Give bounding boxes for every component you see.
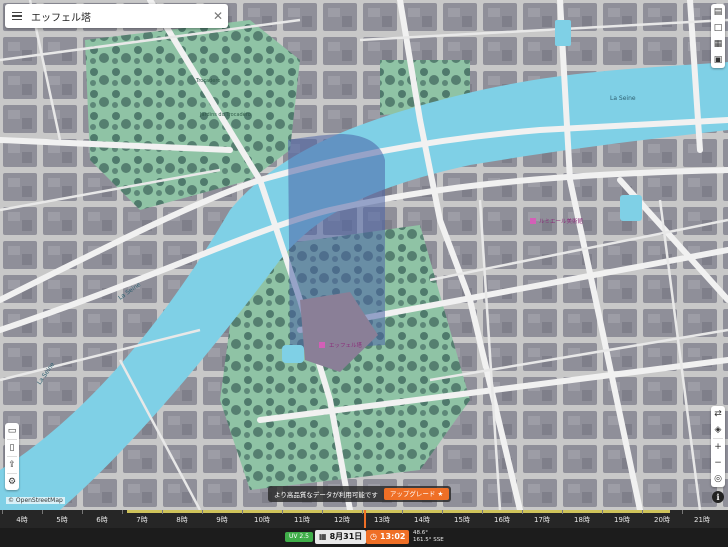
timeline-hour-label[interactable]: 14時: [414, 515, 430, 525]
timeline-hour-label[interactable]: 5時: [56, 515, 67, 525]
timeline-tick: [682, 510, 683, 514]
sun-position: 48.6° 161.5° SSE: [413, 530, 444, 544]
timeline-tick: [402, 510, 403, 514]
timeline-hour-label[interactable]: 19時: [614, 515, 630, 525]
eiffel-poi-icon[interactable]: [319, 342, 325, 348]
timeline-tick: [642, 510, 643, 514]
timeline-hour-label[interactable]: 4時: [16, 515, 27, 525]
save-icon[interactable]: ▣: [711, 52, 725, 68]
timeline-tick: [282, 510, 283, 514]
timeline-tick: [602, 510, 603, 514]
layers-swap-icon[interactable]: ⇄: [711, 406, 725, 422]
layers-icon[interactable]: ◈: [711, 422, 725, 438]
timeline-tick: [242, 510, 243, 514]
upgrade-button[interactable]: アップグレード ★: [383, 488, 450, 500]
date-value: 8月31日: [329, 532, 363, 541]
clear-search-icon[interactable]: ✕: [208, 9, 228, 23]
search-query[interactable]: エッフェル塔: [29, 9, 208, 24]
timeline-hour-label[interactable]: 10時: [254, 515, 270, 525]
timeline-hour-label[interactable]: 12時: [334, 515, 350, 525]
right-top-toolbar: ▤ □ ▦ ▣: [711, 4, 725, 68]
museum-label[interactable]: ルミエール美術館: [539, 217, 584, 225]
file-icon[interactable]: ▯: [5, 440, 19, 456]
time-picker[interactable]: ◷ 13:02: [366, 530, 410, 544]
timeline-tick: [202, 510, 203, 514]
timeline-tick: [522, 510, 523, 514]
chart-icon[interactable]: ▤: [711, 4, 725, 20]
upsell-banner: より高品質なデータが利用可能です アップグレード ★: [268, 486, 452, 502]
timeline-hour-label[interactable]: 18時: [574, 515, 590, 525]
clock-icon: ◷: [370, 532, 377, 541]
timeline-hour-label[interactable]: 16時: [494, 515, 510, 525]
timeline-hour-label[interactable]: 7時: [136, 515, 147, 525]
search-bar[interactable]: エッフェル塔 ✕: [5, 4, 228, 28]
timeline-tick: [442, 510, 443, 514]
timeline-tick: [322, 510, 323, 514]
left-bottom-toolbar: ▭ ▯ ⇪ ⚙: [5, 423, 19, 490]
square-icon[interactable]: □: [711, 20, 725, 36]
time-value: 13:02: [379, 532, 406, 541]
timeline-tick: [2, 510, 3, 514]
zoom-in-icon[interactable]: +: [711, 439, 725, 455]
museum-poi-icon[interactable]: [530, 218, 536, 224]
river-label-1: La Seine: [610, 95, 636, 102]
eiffel-label[interactable]: エッフェル塔: [329, 341, 363, 349]
calendar-small-icon: ▦: [319, 532, 327, 541]
map-attribution[interactable]: © OpenStreetMap: [6, 497, 65, 504]
timeline-hour-label[interactable]: 13時: [374, 515, 390, 525]
timeline-hour-label[interactable]: 9時: [216, 515, 227, 525]
timeline-hour-label[interactable]: 6時: [96, 515, 107, 525]
fountain-pool: [620, 195, 642, 221]
timeline-hour-label[interactable]: 8時: [176, 515, 187, 525]
pool-north: [555, 20, 571, 46]
upsell-message: より高品質なデータが利用可能です: [274, 491, 378, 499]
map-svg: La Seine La Seine La Seine エッフェル塔 ルミエール美…: [0, 0, 728, 510]
settings-icon[interactable]: ⚙: [5, 474, 19, 490]
hour-timeline[interactable]: 4時 5時 6時 7時 8時 9時 10時 11時 12時 13時 14時 15時 16時 17時 18時 1…: [0, 510, 728, 528]
timeline-tick: [82, 510, 83, 514]
timeline-tick: [562, 510, 563, 514]
folder-icon[interactable]: ▭: [5, 423, 19, 439]
timeline-hour-label[interactable]: 20時: [654, 515, 670, 525]
status-bar: UV 2.5 ▦ 8月31日 ◷ 13:02 48.6° 161.5° SSE: [0, 528, 728, 547]
daylight-bar: [127, 510, 670, 513]
timeline-hour-label[interactable]: 15時: [454, 515, 470, 525]
right-bottom-toolbar: ⇄ ◈ + − ◎: [711, 406, 725, 487]
timeline-tick: [362, 510, 363, 514]
timeline-tick: [42, 510, 43, 514]
uv-index-badge: UV 2.5: [285, 532, 313, 542]
date-picker[interactable]: ▦ 8月31日: [315, 530, 367, 544]
zoom-out-icon[interactable]: −: [711, 455, 725, 471]
timeline-hour-label[interactable]: 17時: [534, 515, 550, 525]
timeline-tick: [122, 510, 123, 514]
timeline-tick: [482, 510, 483, 514]
current-time-marker[interactable]: [364, 510, 366, 528]
share-icon[interactable]: ⇪: [5, 457, 19, 473]
sun-azimuth: 161.5° SSE: [413, 537, 444, 543]
map-canvas[interactable]: La Seine La Seine La Seine エッフェル塔 ルミエール美…: [0, 0, 728, 510]
sun-elevation: 48.6°: [413, 530, 428, 536]
timeline-tick: [162, 510, 163, 514]
attribution-text[interactable]: © OpenStreetMap: [8, 497, 63, 504]
hamburger-menu-icon[interactable]: [5, 4, 29, 28]
timeline-hour-label[interactable]: 11時: [294, 515, 310, 525]
park-label-1: Trocadero: [195, 78, 220, 84]
park-label-2: Jardins du Trocadéro: [199, 111, 251, 118]
pond: [282, 345, 304, 363]
locate-icon[interactable]: ◎: [711, 471, 725, 487]
calendar-icon[interactable]: ▦: [711, 36, 725, 52]
timeline-hour-label[interactable]: 21時: [694, 515, 710, 525]
info-icon[interactable]: i: [712, 491, 724, 503]
